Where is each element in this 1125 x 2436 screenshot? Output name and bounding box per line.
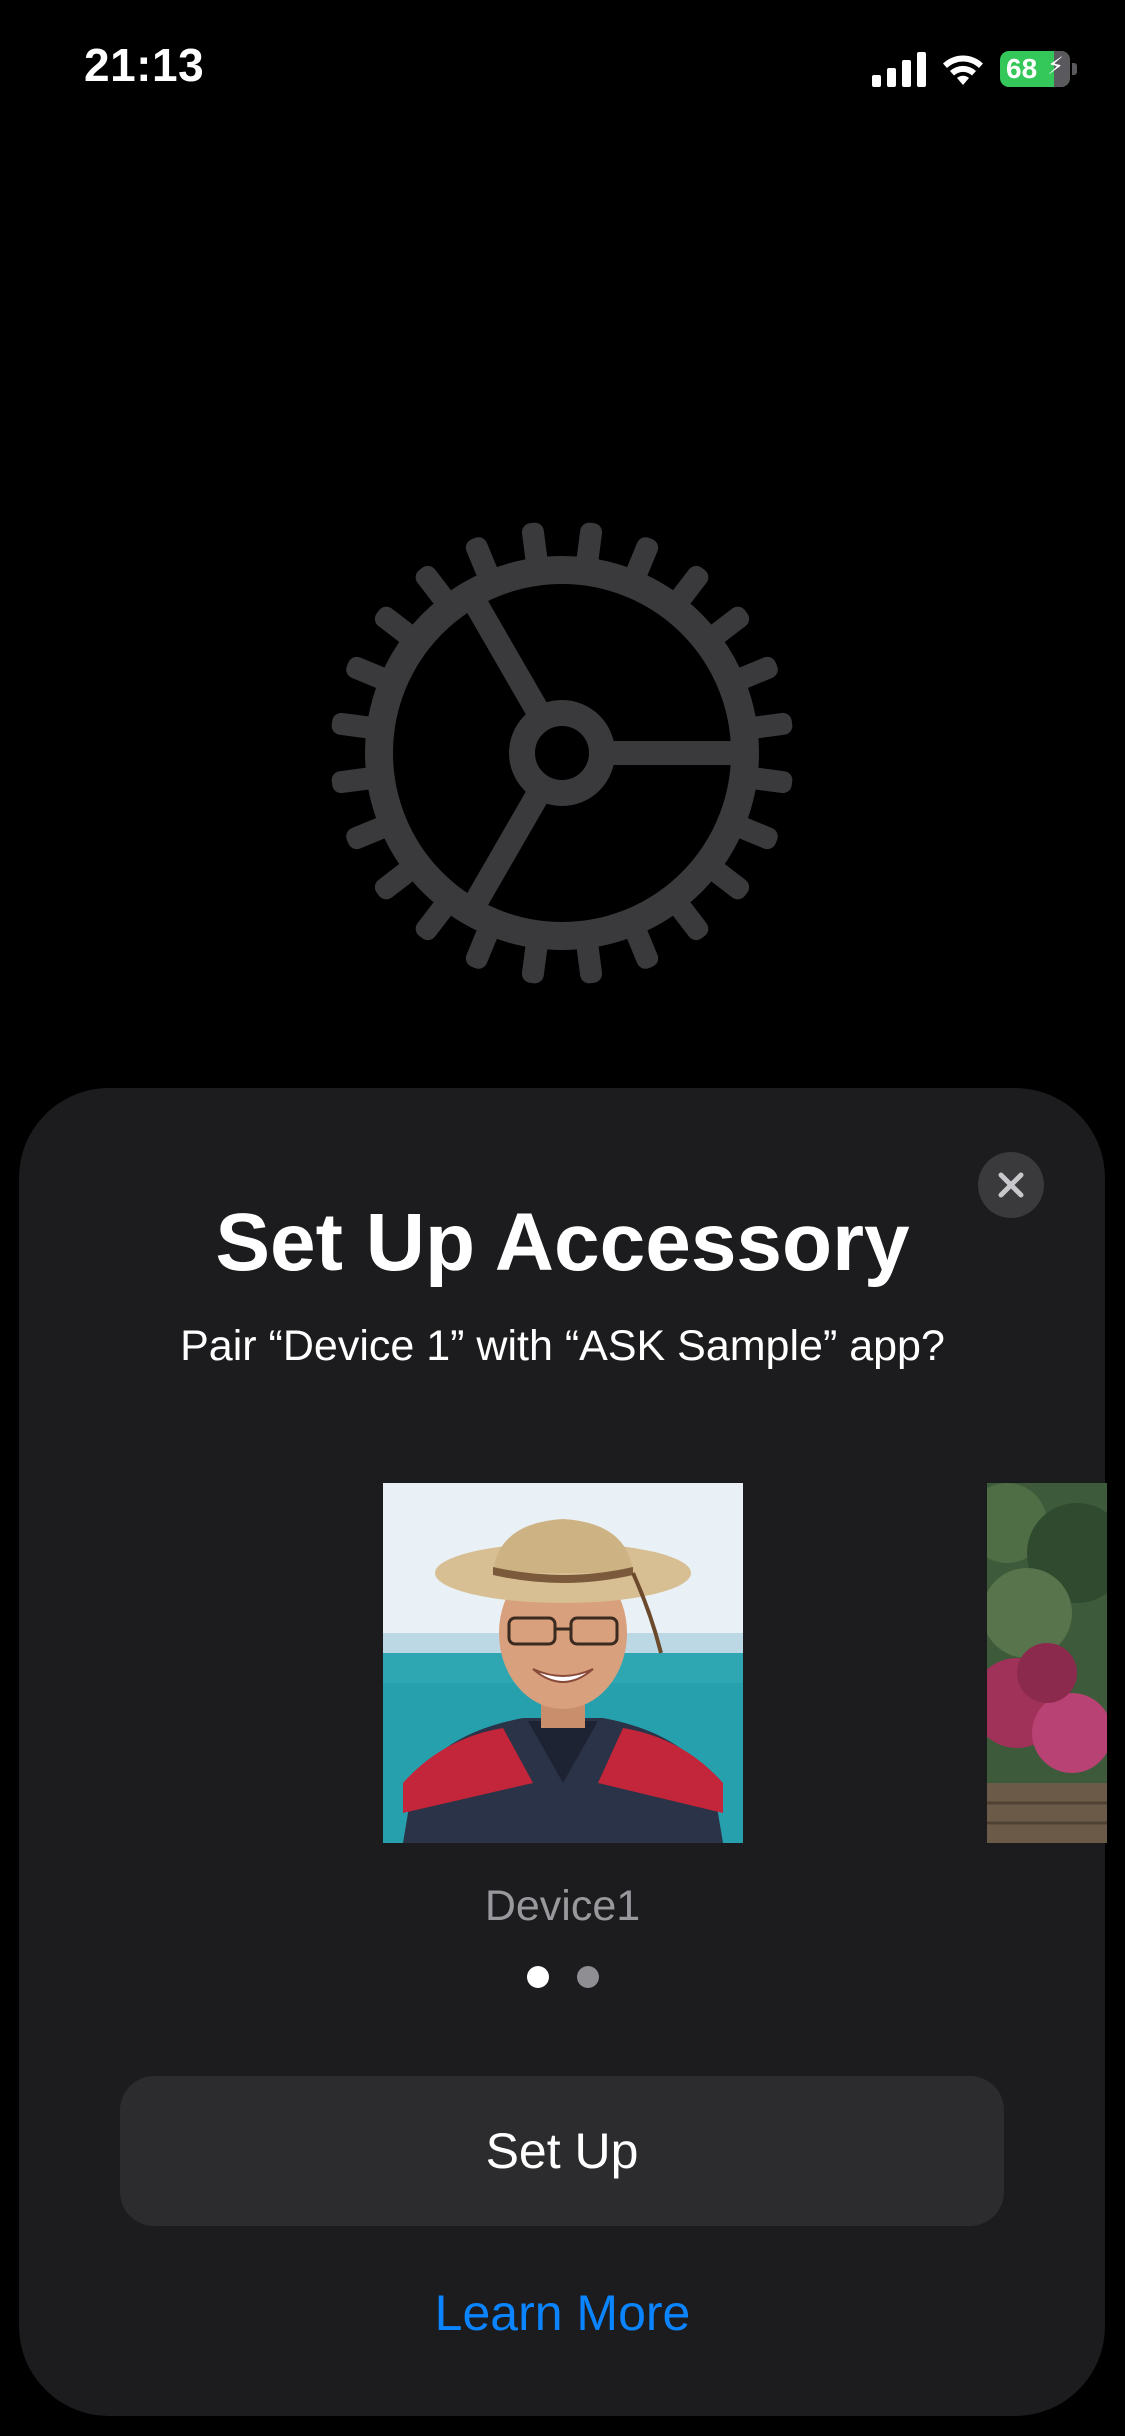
device-photo (383, 1483, 743, 1843)
sheet-subtitle: Pair “Device 1” with “ASK Sample” app? (180, 1322, 945, 1370)
status-time: 21:13 (84, 39, 205, 91)
set-up-button[interactable]: Set Up (120, 2076, 1004, 2226)
device-image[interactable] (383, 1483, 743, 1843)
next-device-image[interactable] (987, 1483, 1107, 1843)
screen: 21:13 68 ⚡ Set Up Accessory Pair “Device… (0, 0, 1125, 2436)
wifi-icon (943, 55, 983, 85)
page-indicator[interactable] (0, 1966, 1125, 1988)
page-dot-2[interactable] (576, 1966, 599, 1988)
battery-level: 68 (1006, 53, 1038, 84)
battery-cap (1072, 63, 1077, 75)
next-device-photo (987, 1483, 1107, 1843)
learn-more-link[interactable]: Learn More (0, 2284, 1125, 2342)
device-name: Device1 (484, 1882, 641, 1930)
page-dot-1[interactable] (526, 1966, 549, 1988)
battery-charging-icon: 68 ⚡ (1000, 51, 1070, 87)
gear-icon (331, 522, 793, 984)
status-icons: 68 ⚡ (872, 46, 1077, 92)
sheet-title: Set Up Accessory (215, 1197, 910, 1288)
cellular-signal-icon (872, 51, 926, 87)
